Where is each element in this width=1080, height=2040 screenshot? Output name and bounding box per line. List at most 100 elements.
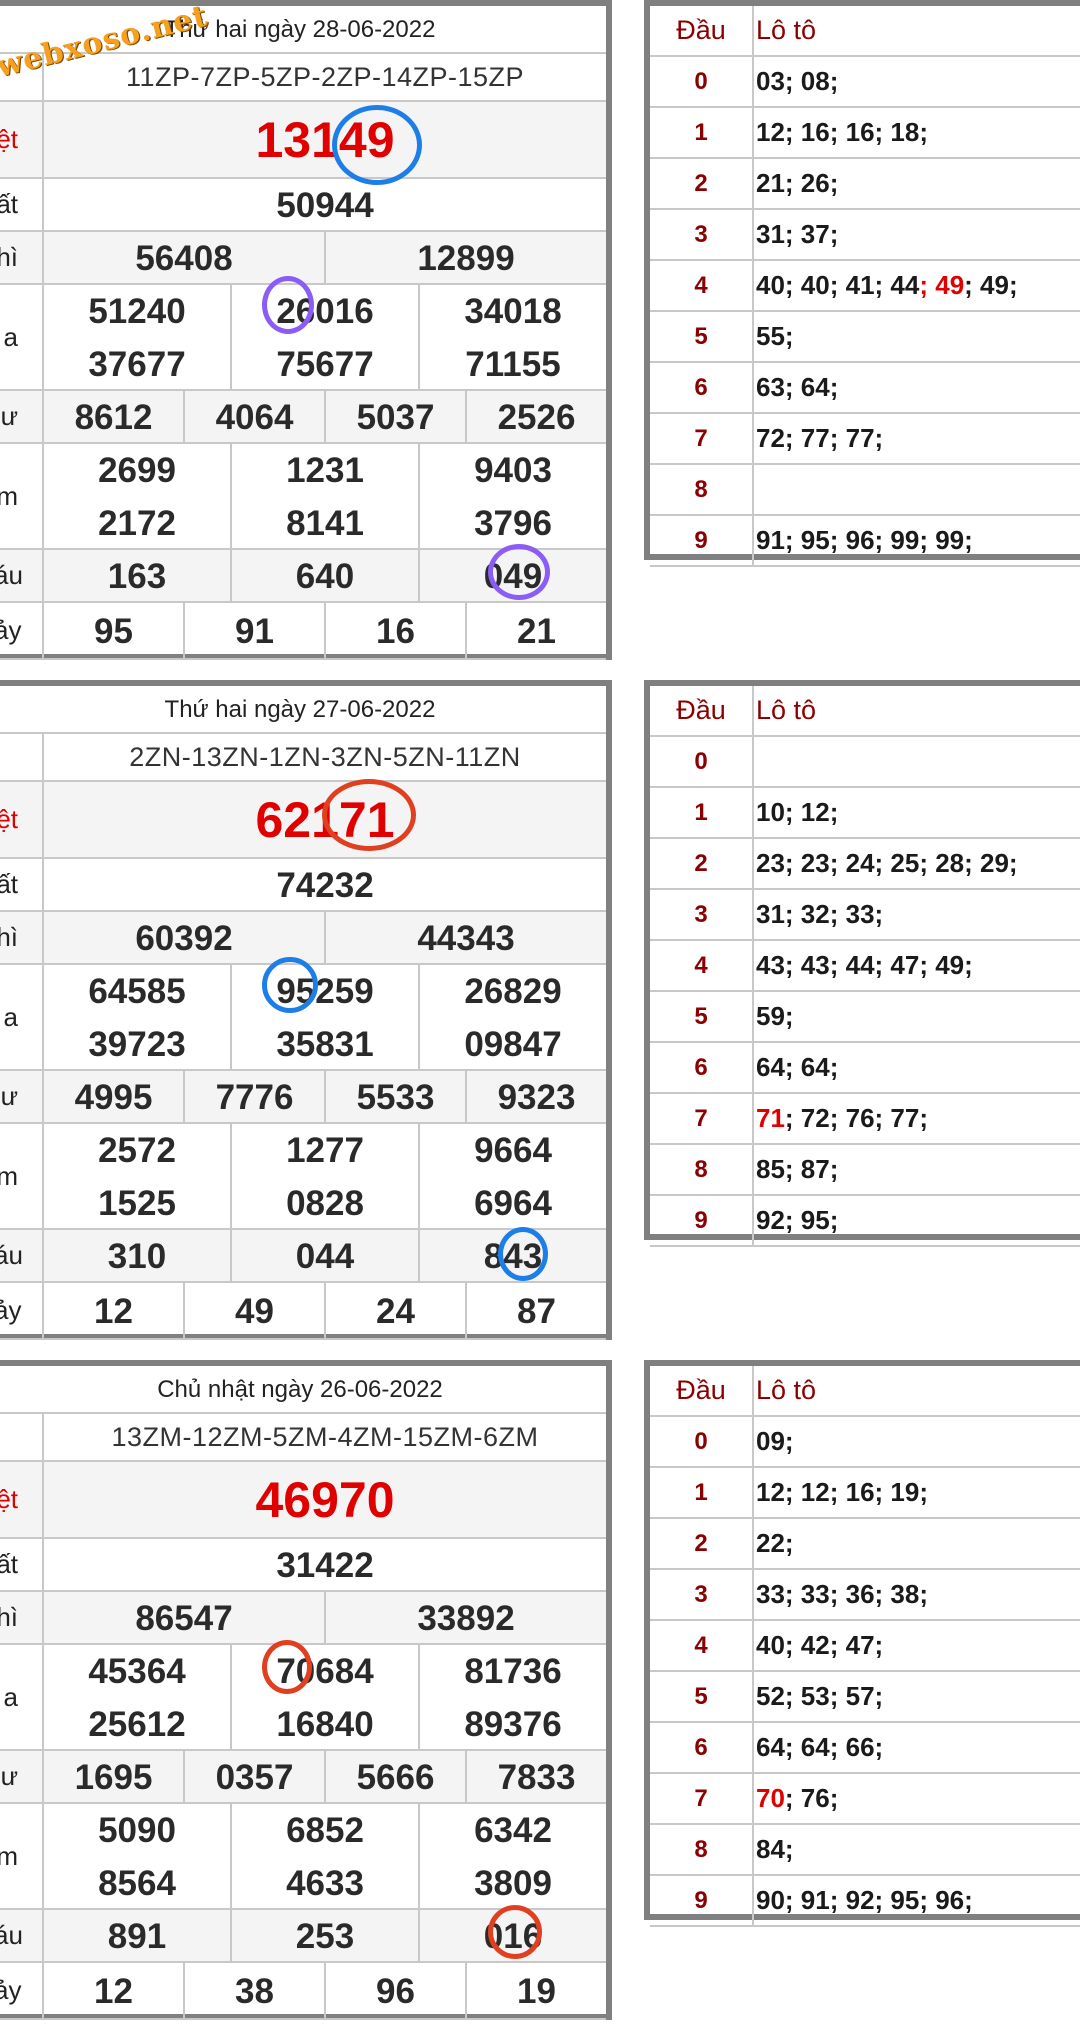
loto-header-loto: Lô tô (756, 1375, 817, 1405)
prize-label-text: ảy (0, 615, 22, 645)
prize-value: 4633 (230, 1857, 418, 1910)
prize-value: 45364 (88, 1651, 186, 1691)
prize-value: 19 (465, 1963, 606, 2020)
loto-row: 8 (650, 465, 1080, 516)
prize-cells: 2ZN-13ZN-1ZN-3ZN-5ZN-11ZN (44, 734, 606, 780)
loto-values: 12; 16; 16; 18; (756, 117, 928, 147)
prize-row-codes: 11ZP-7ZP-5ZP-2ZP-14ZP-15ZP (0, 54, 606, 102)
loto-row: 0 03; 08; (650, 57, 1080, 108)
loto-values: 64; 64; 66; (756, 1732, 884, 1762)
loto-row: 0 (650, 737, 1080, 788)
prize-value: 39723 (88, 1024, 186, 1064)
prize-value: 21 (465, 603, 606, 660)
loto-head-digit: 5 (650, 312, 754, 361)
loto-row: 6 64; 64; (650, 1043, 1080, 1094)
prize-line: 4995 7776 5533 9323 (44, 1071, 606, 1124)
prize-line: 8564 4633 3809 (44, 1857, 606, 1910)
loto-values: 91; 95; 96; 99; 99; (756, 525, 973, 555)
prize-row-g6: áu 163 640049 (0, 550, 606, 603)
prize-value: 2572 (98, 1130, 176, 1170)
prize-value: 95 (94, 611, 133, 651)
prize-line: 50944 (44, 179, 606, 232)
prize-cells: 62171 (44, 782, 606, 857)
prize-row-g2: hì 56408 12899 (0, 232, 606, 285)
prize-line: 891 253 016 (44, 1910, 606, 1963)
loto-row: 5 52; 53; 57; (650, 1672, 1080, 1723)
prize-line: 45364 70684 81736 (44, 1645, 606, 1698)
prize-row-g5: m 2699 12319403 2172 81413796 (0, 444, 606, 550)
loto-row: 9 91; 95; 96; 99; 99; (650, 516, 1080, 567)
loto-header-dau: Đầu (650, 1366, 754, 1415)
loto-head-digit: 8 (650, 465, 754, 514)
loto-header-loto: Lô tô (756, 15, 817, 45)
loto-values: 22; (756, 1528, 794, 1558)
prize-value: 13149 (255, 111, 395, 168)
prize-value: 09847 (418, 1018, 606, 1071)
loto-head-digit: 8 (650, 1145, 754, 1194)
prize-line: 74232 (44, 859, 606, 912)
prize-label-text: ảy (0, 1975, 22, 2005)
loto-values: 90; 91; 92; 95; 96; (756, 1885, 973, 1915)
loto-header-dau: Đầu (650, 686, 754, 735)
prize-line: 310 044 843 (44, 1230, 606, 1283)
loto-header-row: Đầu Lô tô (650, 6, 1080, 57)
prize-label-text: ệt (0, 124, 18, 154)
prize-label-text: ất (0, 1549, 18, 1579)
loto-values: 71; 72; 76; 77; (756, 1103, 929, 1133)
loto-row: 2 23; 23; 24; 25; 28; 29; (650, 839, 1080, 890)
loto-head-digit: 7 (650, 1774, 754, 1823)
loto-row: 8 84; (650, 1825, 1080, 1876)
prize-value: 0357 (183, 1751, 324, 1804)
prize-value: 1695 (74, 1757, 153, 1797)
prize-value: 5666 (324, 1751, 465, 1804)
prize-line: 39723 35831 09847 (44, 1018, 606, 1071)
loto-values: 40; 42; 47; (756, 1630, 884, 1660)
prize-label: ảy (0, 1963, 44, 2018)
draw-block: Chủ nhật ngày 26-06-2022 13ZM-12ZM-5ZM-4Z… (0, 1360, 1080, 2040)
prize-value: 71155 (418, 338, 606, 391)
prize-value: 64585 (88, 971, 186, 1011)
prize-label-text: ư (0, 1081, 18, 1111)
prize-label: ất (0, 1539, 44, 1590)
loto-row: 7 72; 77; 77; (650, 414, 1080, 465)
prize-line: 1695 0357 5666 7833 (44, 1751, 606, 1804)
loto-head-digit: 9 (650, 516, 754, 565)
prize-line: 60392 44343 (44, 912, 606, 965)
prize-row-g5: m 5090 68526342 8564 46333809 (0, 1804, 606, 1910)
prize-value: 46970 (255, 1471, 395, 1528)
loto-values: 43; 43; 44; 47; 49; (756, 950, 973, 980)
prize-row-g1: ất 31422 (0, 1539, 606, 1592)
loto-row: 2 22; (650, 1519, 1080, 1570)
prize-row-g1: ất 50944 (0, 179, 606, 232)
prize-label: ư (0, 1751, 44, 1802)
prize-value: 7833 (465, 1751, 606, 1804)
prize-label-text: hì (0, 1602, 18, 1632)
prize-value: 163 (107, 556, 167, 596)
prize-label-text: ư (0, 1761, 18, 1791)
prize-value: 16 (324, 603, 465, 660)
prize-value: 640 (230, 550, 418, 603)
loto-values: 09; (756, 1426, 794, 1456)
draw-date: Thứ hai ngày 27-06-2022 (0, 686, 606, 734)
loto-values: 70; 76; (756, 1783, 839, 1813)
loto-row: 1 10; 12; (650, 788, 1080, 839)
draw-block: Thứ hai ngày 28-06-2022 webxoso.net 11ZP-7… (0, 0, 1080, 680)
loto-row: 6 64; 64; 66; (650, 1723, 1080, 1774)
prize-value: 26016 (230, 285, 418, 338)
prize-row-db: ệt 62171 (0, 782, 606, 859)
results-table: Thứ hai ngày 27-06-2022 2ZN-13ZN-1ZN-3ZN-… (0, 680, 612, 1340)
loto-row: 2 21; 26; (650, 159, 1080, 210)
prize-label: hì (0, 232, 44, 283)
prize-label-text: ư (0, 401, 18, 431)
loto-values: 12; 12; 16; 19; (756, 1477, 928, 1507)
prize-cells: 46970 (44, 1462, 606, 1537)
prize-value: 56408 (135, 238, 233, 278)
prize-row-g4: ư 1695 0357 5666 7833 (0, 1751, 606, 1804)
prize-cells: 13149 (44, 102, 606, 177)
prize-label-text: ệt (0, 1484, 18, 1514)
loto-head-digit: 2 (650, 159, 754, 208)
prize-label: m (0, 444, 44, 548)
prize-cells: 13ZM-12ZM-5ZM-4ZM-15ZM-6ZM (44, 1414, 606, 1460)
loto-head-digit: 6 (650, 1043, 754, 1092)
loto-head-digit: 9 (650, 1196, 754, 1245)
